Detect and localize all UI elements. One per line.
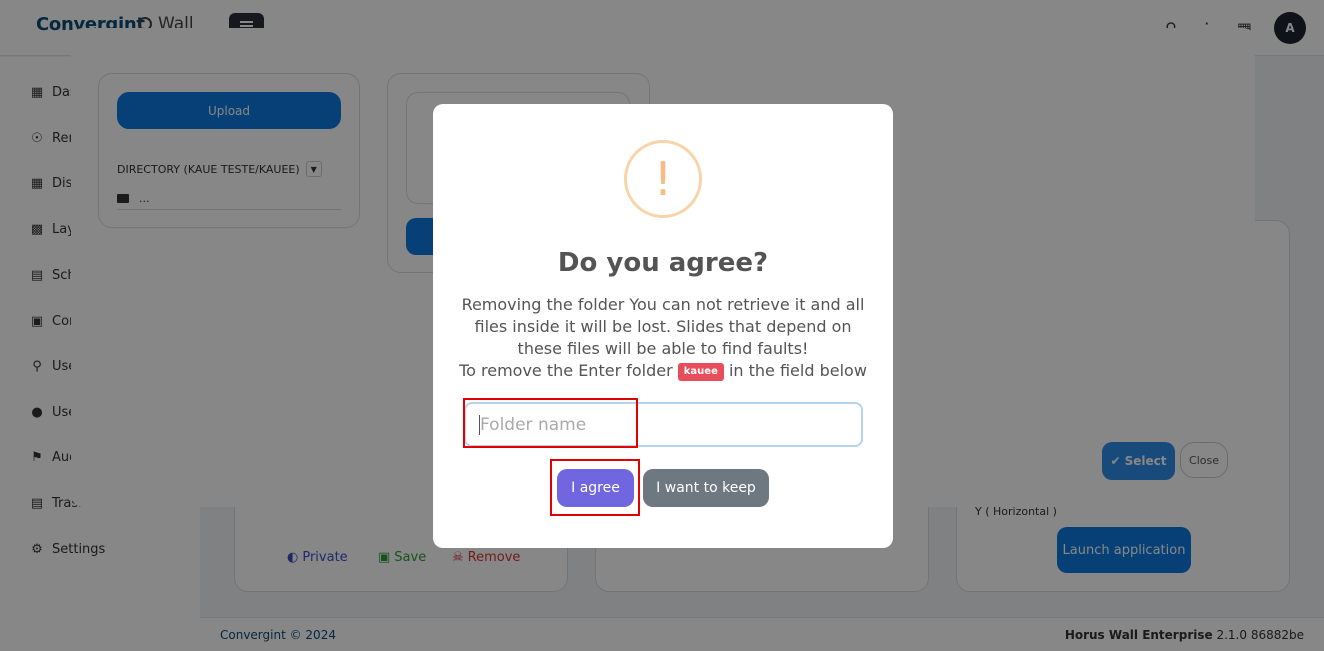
dialog-title: Do you agree? (557, 248, 769, 278)
dialog-message-pre: To remove the Enter folder (459, 361, 673, 380)
folder-name-badge: kauee (677, 362, 724, 381)
highlight-agree (550, 459, 640, 516)
dialog-message-line1: Removing the folder You can not retrieve… (461, 295, 865, 358)
warning-icon: ! (624, 140, 702, 218)
dialog-message-post: in the field below (728, 361, 867, 380)
confirm-dialog: ! Do you agree? Removing the folder You … (433, 104, 893, 548)
dialog-message-line2: To remove the Enter folder kauee in the … (459, 360, 867, 382)
dialog-message: Removing the folder You can not retrieve… (459, 294, 867, 382)
highlight-input (463, 398, 638, 448)
keep-button[interactable]: I want to keep (643, 469, 769, 507)
